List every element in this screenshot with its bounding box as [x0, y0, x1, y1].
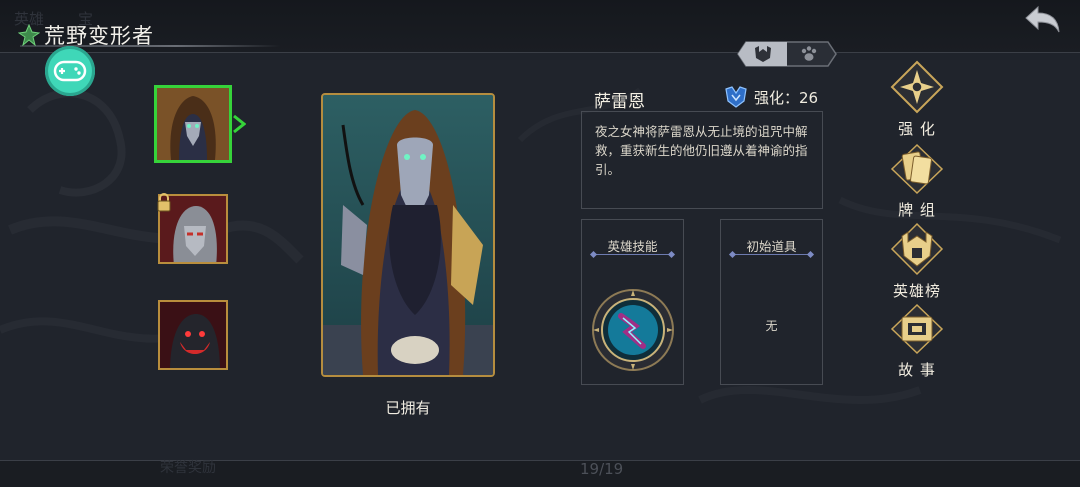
hero-name: 萨雷恩 — [594, 92, 645, 112]
side-label-deck: 牌 组 — [898, 201, 936, 219]
selection-arrow-icon — [233, 114, 246, 134]
hero-description: 夜之女神将萨雷恩从无止境的诅咒中解救，重获新生的他仍旧遵从着神谕的指引。 — [581, 111, 823, 209]
ghost-honor-button: 荣誉奖励 — [160, 460, 216, 476]
skill-panel: 英雄技能 — [581, 219, 684, 385]
side-label-hero-ranking: 英雄榜 — [892, 282, 941, 300]
gamepad-icon — [53, 60, 87, 82]
lock-icon — [157, 193, 171, 212]
page-count: 19/19 — [580, 460, 624, 478]
hero-card — [321, 93, 495, 377]
page-title-area: 荒野变形者 — [18, 20, 154, 50]
hero-portrait-sareion — [157, 88, 229, 160]
paw-toggle-icon[interactable] — [798, 44, 820, 64]
hero-card-art — [323, 95, 493, 375]
side-button-deck[interactable]: 牌 组 — [886, 143, 948, 220]
starting-item-value: 无 — [765, 319, 778, 333]
helmet-icon — [890, 222, 944, 276]
side-button-story[interactable]: 故 事 — [886, 303, 948, 380]
hero-slot-demon[interactable] — [158, 300, 228, 370]
side-label-upgrade: 强 化 — [898, 120, 936, 138]
starting-item-divider — [733, 254, 810, 255]
cards-icon — [890, 143, 944, 195]
starting-item-title: 初始道具 — [746, 239, 797, 254]
hero-skill-icon[interactable] — [591, 288, 675, 372]
hero-portrait-demon — [160, 302, 226, 368]
skill-panel-divider — [594, 254, 671, 255]
gamepad-button[interactable] — [45, 46, 95, 96]
side-label-story: 故 事 — [898, 361, 936, 379]
side-button-hero-ranking[interactable]: 英雄榜 — [886, 222, 948, 301]
upgrade-crest-icon — [725, 86, 747, 108]
page-title: 荒野变形者 — [44, 24, 154, 48]
skill-panel-title: 英雄技能 — [607, 239, 658, 254]
back-arrow-icon — [1025, 5, 1060, 33]
compass-icon — [890, 60, 944, 114]
owned-label: 已拥有 — [385, 399, 431, 417]
back-button[interactable] — [1022, 4, 1062, 40]
bottom-bar: 荣誉奖励 — [0, 460, 1080, 487]
starting-item-panel: 初始道具 无 — [720, 219, 823, 385]
view-toggle[interactable] — [736, 40, 838, 68]
book-icon — [890, 303, 944, 355]
leaf-icon — [18, 24, 40, 46]
upgrade-label: 强化：26 — [754, 88, 819, 107]
upgrade-level: 强化：26 — [724, 85, 818, 109]
hero-slot-sareion[interactable] — [154, 85, 232, 163]
helmet-toggle-icon[interactable] — [752, 44, 774, 64]
side-button-upgrade[interactable]: 强 化 — [886, 60, 948, 139]
